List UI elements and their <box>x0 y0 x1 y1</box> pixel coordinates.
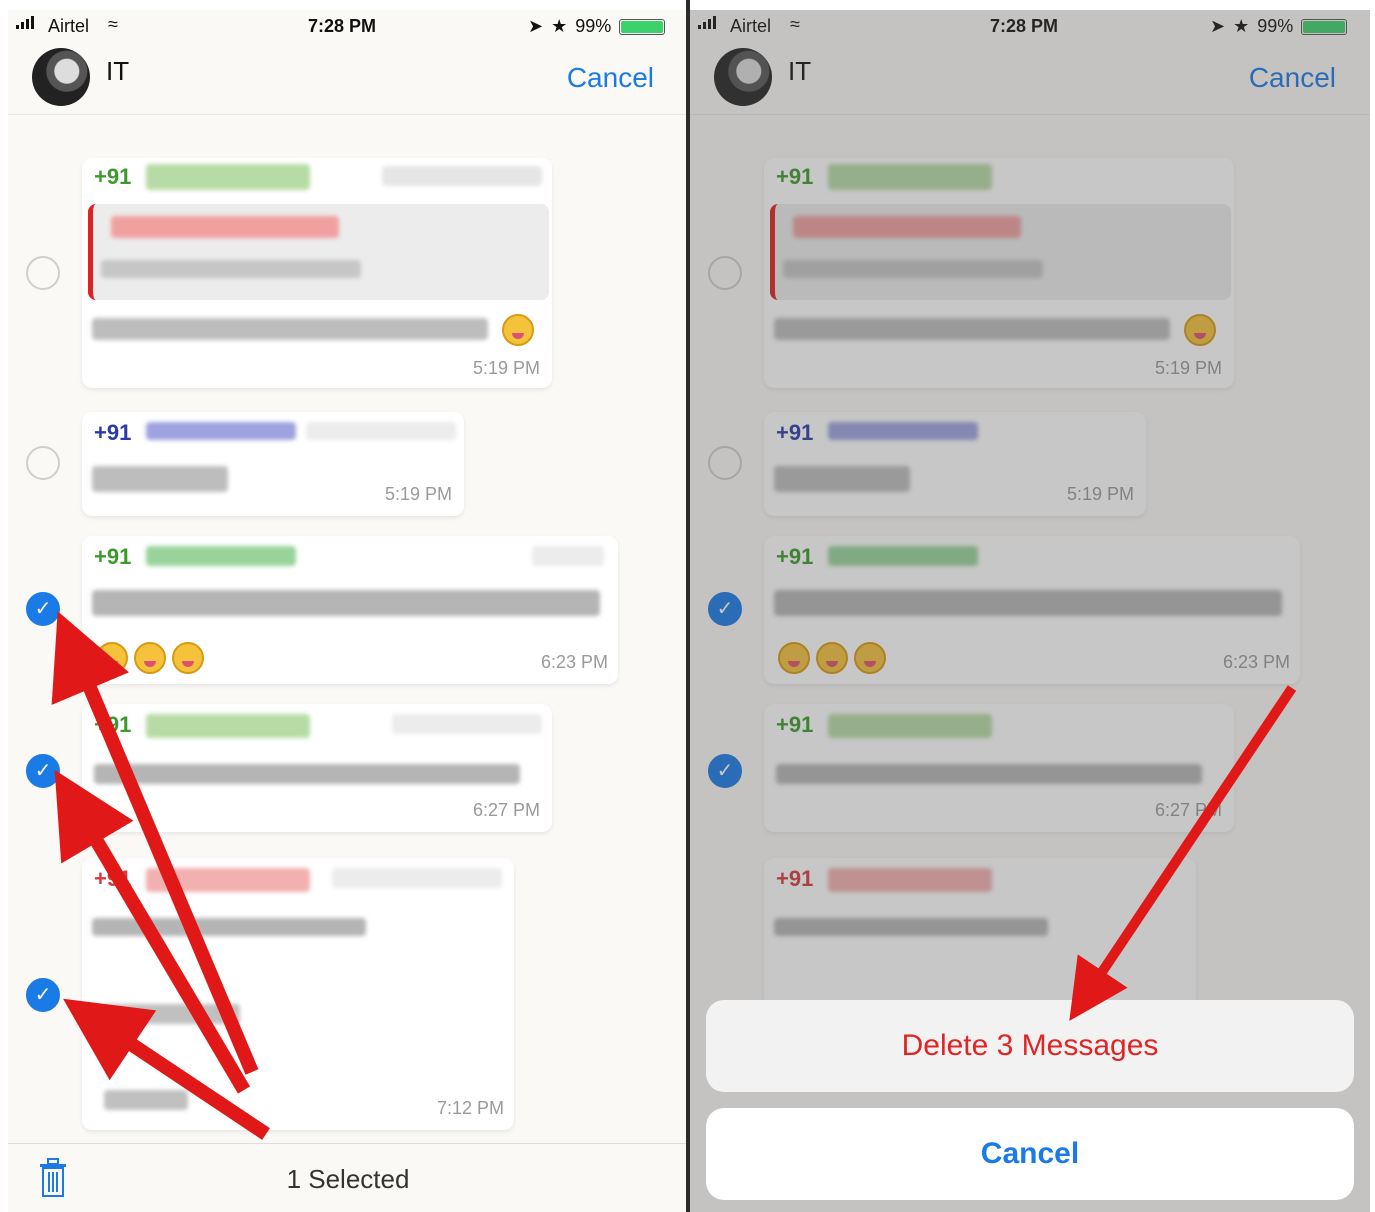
select-radio-2[interactable] <box>26 446 60 480</box>
blurred-phone <box>382 166 542 186</box>
tongue-emoji-icon <box>96 642 128 674</box>
wifi-icon: ≈ <box>108 14 118 34</box>
message-bubble[interactable]: +91 5:19 PM <box>82 412 464 516</box>
select-radio-1[interactable] <box>26 256 60 290</box>
battery-icon <box>619 18 666 35</box>
winking-emoji-icon <box>502 314 534 346</box>
chat-header: IT Cancel <box>8 44 688 115</box>
checkmark-icon: ✓ <box>34 984 52 1006</box>
status-bar: Airtel ≈ 7:28 PM ➤ ★ 99% <box>8 10 688 44</box>
message-bubble[interactable]: +91 5:19 PM <box>82 158 552 388</box>
selection-toolbar: 1 Selected <box>8 1143 688 1212</box>
blurred-text <box>92 918 366 936</box>
blurred-name <box>146 714 310 738</box>
message-sender: +91 <box>94 712 132 737</box>
blurred-quote-author <box>111 216 339 238</box>
status-time: 7:28 PM <box>308 16 377 36</box>
message-sender: +91 <box>94 420 132 445</box>
quoted-message <box>88 204 549 300</box>
blurred-text <box>92 318 488 340</box>
blurred-text <box>92 590 600 616</box>
selected-count: 1 Selected <box>286 1164 410 1194</box>
tongue-emoji-icon <box>172 642 204 674</box>
signal-icon <box>16 16 34 29</box>
bluetooth-icon: ★ <box>551 16 568 36</box>
blurred-name <box>146 868 310 892</box>
select-radio-4[interactable]: ✓ <box>26 754 60 788</box>
blurred-name <box>146 546 296 566</box>
blurred-phone <box>532 546 604 566</box>
message-sender: +91 <box>94 164 132 189</box>
message-sender: +91 <box>94 866 132 891</box>
blurred-text <box>94 764 520 784</box>
message-time: 6:27 PM <box>472 800 540 820</box>
select-radio-3[interactable]: ✓ <box>26 592 60 626</box>
carrier-label: Airtel <box>48 16 90 36</box>
chat-title[interactable]: IT <box>106 56 129 87</box>
message-bubble[interactable]: +91 6:27 PM <box>82 704 552 832</box>
message-time: 5:19 PM <box>472 358 540 378</box>
blurred-name <box>146 164 310 190</box>
blurred-text <box>104 1090 188 1110</box>
tongue-emoji-icon <box>134 642 166 674</box>
checkmark-icon: ✓ <box>34 598 52 620</box>
message-time: 6:23 PM <box>540 652 608 672</box>
message-sender: +91 <box>94 544 132 569</box>
action-sheet-cancel-button[interactable]: Cancel <box>706 1108 1354 1200</box>
group-avatar[interactable] <box>32 48 90 106</box>
blurred-phone <box>306 422 456 440</box>
battery-fill <box>621 20 663 33</box>
battery-percent: 99% <box>575 16 612 36</box>
blurred-text <box>92 466 228 492</box>
blurred-text <box>104 1004 240 1024</box>
message-time: 5:19 PM <box>384 484 452 504</box>
blurred-quote-text <box>101 260 361 278</box>
message-time: 7:12 PM <box>436 1098 504 1118</box>
select-radio-5[interactable]: ✓ <box>26 978 60 1012</box>
blurred-phone <box>392 714 542 734</box>
location-icon: ➤ <box>528 16 544 36</box>
blurred-name <box>146 422 296 440</box>
checkmark-icon: ✓ <box>34 760 52 782</box>
left-screen: Airtel ≈ 7:28 PM ➤ ★ 99% IT Cancel +91 5… <box>8 10 688 1212</box>
message-bubble[interactable]: +91 7:12 PM <box>82 858 514 1130</box>
cancel-button[interactable]: Cancel <box>567 62 654 94</box>
blurred-phone <box>332 868 502 888</box>
message-bubble[interactable]: +91 6:23 PM <box>82 536 618 684</box>
right-screen: Airtel ≈ 7:28 PM ➤ ★ 99% IT Cancel +91 5… <box>690 10 1370 1212</box>
delete-messages-button[interactable]: Delete 3 Messages <box>706 1000 1354 1092</box>
